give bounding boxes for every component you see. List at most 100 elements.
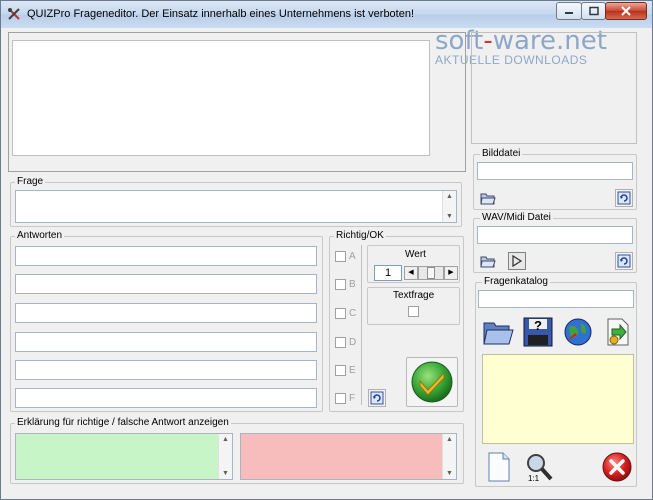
bild-refresh-button[interactable] (615, 189, 633, 207)
richtig-d-checkbox[interactable] (335, 337, 346, 348)
antwort-e-input[interactable] (15, 360, 317, 380)
wert-decrement-button[interactable]: ◀ (404, 266, 418, 280)
fragenkatalog-label: Fragenkatalog (482, 276, 550, 287)
richtig-b-checkbox[interactable] (335, 279, 346, 290)
wav-group: WAV/Midi Datei (473, 212, 637, 273)
richtig-f-checkbox[interactable] (335, 393, 346, 404)
antwort-b-input[interactable] (15, 274, 317, 294)
refresh-icon (370, 391, 384, 405)
richtig-label: Richtig/OK (334, 230, 386, 241)
antwort-d-input[interactable] (15, 332, 317, 352)
maximize-icon (588, 6, 599, 16)
scroll-down-icon[interactable]: ▼ (446, 470, 453, 477)
richtig-c-checkbox[interactable] (335, 308, 346, 319)
new-document-icon (488, 452, 510, 482)
wav-label: WAV/Midi Datei (480, 212, 553, 223)
erklaerung-group: Erklärung für richtige / falsche Antwort… (10, 417, 464, 484)
play-sound-icon (512, 254, 523, 268)
antwort-c-input[interactable] (15, 303, 317, 323)
wert-input[interactable]: 1 (374, 265, 402, 281)
richtig-c-label: C (349, 308, 357, 319)
scroll-down-icon[interactable]: ▼ (222, 470, 229, 477)
fragenkatalog-input[interactable] (478, 290, 634, 308)
search-icon: 1:1 (527, 454, 553, 483)
richtig-refresh-button[interactable] (368, 389, 386, 407)
kat-export-button[interactable] (600, 315, 634, 349)
kat-open-button[interactable] (481, 315, 515, 349)
textfrage-label: Textfrage (393, 290, 435, 301)
richtig-group: Richtig/OK A B C D E F Wert 1 ◀ ▶ Textfr… (329, 230, 464, 412)
bild-open-button[interactable] (479, 189, 497, 207)
richtig-a-label: A (349, 251, 356, 262)
wert-increment-button[interactable]: ▶ (444, 266, 458, 280)
scroll-up-icon[interactable]: ▲ (446, 436, 453, 443)
frage-scrollbar[interactable]: ▲ ▼ (442, 191, 456, 222)
folder-open-icon (480, 256, 496, 268)
wert-group: Wert 1 ◀ ▶ (367, 245, 460, 283)
antwort-a-input[interactable] (15, 246, 317, 266)
right-explanation-scrollbar[interactable]: ▲ ▼ (218, 434, 232, 479)
confirm-button[interactable] (406, 357, 458, 407)
right-explanation-input[interactable]: ▲ ▼ (15, 433, 233, 480)
export-icon (607, 318, 629, 346)
refresh-icon (617, 254, 631, 268)
richtig-e-checkbox[interactable] (335, 365, 346, 376)
fragenkatalog-group: Fragenkatalog ? 1:1 (475, 276, 637, 487)
search-button[interactable]: 1:1 (523, 451, 555, 483)
richtig-b-label: B (349, 279, 356, 290)
refresh-icon (617, 191, 631, 205)
folder-open-icon (480, 193, 496, 205)
app-window: QUIZPro Frageneditor. Der Einsatz innerh… (0, 0, 653, 500)
antworten-label: Antworten (15, 230, 65, 241)
wert-slider-thumb[interactable] (427, 267, 435, 279)
wrong-explanation-scrollbar[interactable]: ▲ ▼ (442, 434, 456, 479)
textfrage-checkbox[interactable] (408, 306, 419, 317)
scroll-down-icon[interactable]: ▼ (446, 213, 453, 220)
wrong-explanation-input[interactable]: ▲ ▼ (240, 433, 457, 480)
svg-text:?: ? (534, 318, 542, 333)
wav-play-button[interactable] (508, 252, 526, 270)
wav-refresh-button[interactable] (615, 252, 633, 270)
bilddatei-label: Bilddatei (480, 148, 523, 159)
folder-icon (483, 322, 514, 345)
title-bar[interactable]: QUIZPro Frageneditor. Der Einsatz innerh… (1, 1, 652, 28)
minimize-button[interactable] (556, 2, 582, 20)
close-window-icon (621, 6, 631, 16)
kat-help-button[interactable]: ? (521, 315, 555, 349)
help-disk-icon: ? (523, 317, 553, 347)
richtig-f-label: F (349, 393, 356, 404)
checkmark-icon (411, 361, 453, 403)
frage-input[interactable]: ▲ ▼ (15, 190, 457, 223)
frage-group: Frage ▲ ▼ (10, 176, 462, 227)
image-preview-panel (471, 32, 637, 144)
erklaerung-label: Erklärung für richtige / falsche Antwort… (15, 417, 231, 428)
bilddatei-group: Bilddatei (473, 148, 637, 210)
preview-area (12, 40, 430, 156)
new-document-button[interactable] (484, 451, 514, 483)
antwort-f-input[interactable] (15, 388, 317, 408)
wert-slider[interactable] (418, 266, 444, 280)
antworten-group: Antworten (10, 230, 323, 412)
close-icon (602, 452, 632, 482)
divider (361, 245, 362, 405)
preview-panel (8, 32, 466, 172)
svg-text:1:1: 1:1 (528, 474, 540, 483)
close-window-button[interactable] (605, 2, 647, 20)
close-button[interactable] (600, 451, 634, 483)
wav-input[interactable] (477, 226, 633, 244)
textfrage-group: Textfrage (367, 287, 460, 325)
richtig-a-checkbox[interactable] (335, 251, 346, 262)
bilddatei-input[interactable] (477, 162, 633, 180)
app-icon (8, 8, 20, 20)
maximize-button[interactable] (581, 2, 606, 20)
richtig-d-label: D (349, 337, 357, 348)
scroll-up-icon[interactable]: ▲ (222, 436, 229, 443)
kat-web-button[interactable] (561, 315, 595, 349)
window-title: QUIZPro Frageneditor. Der Einsatz innerh… (27, 8, 415, 20)
wav-open-button[interactable] (479, 252, 497, 270)
frage-label: Frage (15, 176, 46, 187)
scroll-up-icon[interactable]: ▲ (446, 193, 453, 200)
catalog-preview (482, 354, 634, 444)
wert-label: Wert (405, 249, 426, 260)
globe-icon (564, 318, 592, 346)
